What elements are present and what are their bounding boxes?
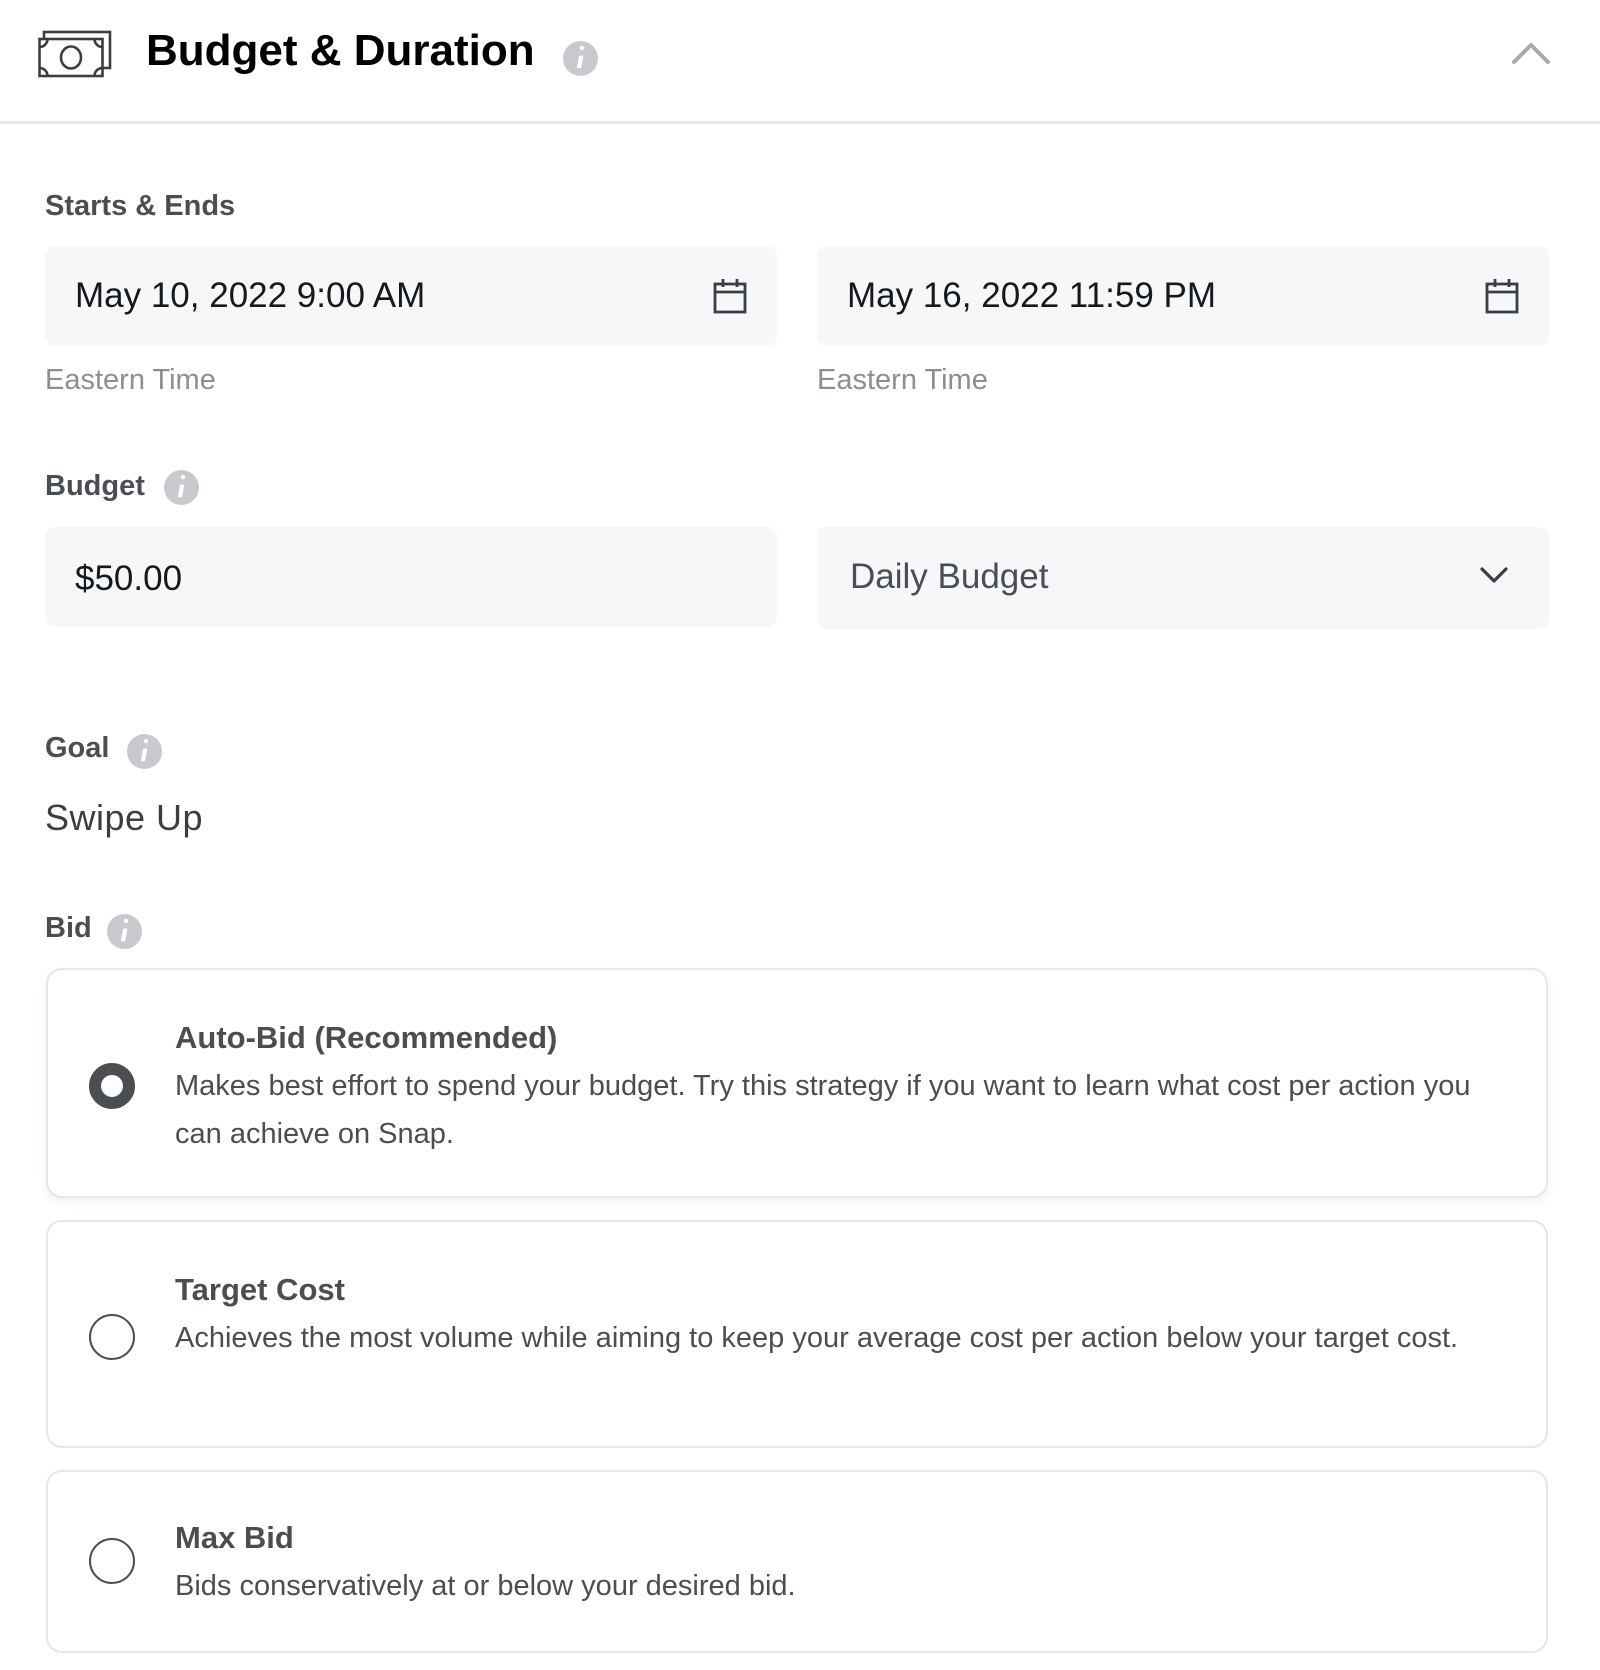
end-date-picker[interactable]: May 16, 2022 11:59 PM	[817, 246, 1549, 346]
starts-ends-label: Starts & Ends	[45, 190, 236, 222]
budget-type-value: Daily Budget	[850, 557, 1049, 596]
start-timezone: Eastern Time	[45, 364, 216, 396]
radio-button[interactable]	[89, 1538, 135, 1584]
bid-option-max-bid[interactable]: Max Bid Bids conservatively at or below …	[46, 1470, 1548, 1653]
budget-type-select[interactable]: Daily Budget	[817, 527, 1549, 629]
start-date-value: May 10, 2022 9:00 AM	[75, 276, 426, 315]
bid-option-title: Target Cost	[175, 1272, 345, 1307]
radio-button[interactable]	[89, 1314, 135, 1360]
bid-option-description: Makes best effort to spend your budget. …	[175, 1070, 1471, 1150]
budget-amount-value: $50.00	[75, 559, 183, 598]
radio-button-selected[interactable]	[89, 1063, 135, 1109]
bid-label: Bid	[45, 912, 92, 944]
goal-value: Swipe Up	[45, 797, 204, 838]
info-icon[interactable]	[107, 914, 142, 949]
chevron-down-icon	[1480, 567, 1508, 583]
bid-option-description: Bids conservatively at or below your des…	[175, 1570, 796, 1602]
calendar-icon[interactable]	[713, 278, 747, 314]
end-timezone: Eastern Time	[817, 364, 988, 396]
chevron-up-icon[interactable]	[1508, 32, 1554, 72]
bid-option-target-cost[interactable]: Target Cost Achieves the most volume whi…	[46, 1220, 1548, 1448]
end-date-value: May 16, 2022 11:59 PM	[847, 276, 1217, 315]
budget-label: Budget	[45, 470, 145, 502]
start-date-picker[interactable]: May 10, 2022 9:00 AM	[45, 246, 777, 346]
calendar-icon[interactable]	[1485, 278, 1519, 314]
bid-option-auto-bid[interactable]: Auto-Bid (Recommended) Makes best effort…	[46, 968, 1548, 1198]
section-header: Budget & Duration	[0, 0, 1600, 124]
section-title: Budget & Duration	[146, 26, 535, 75]
money-bill-icon	[38, 30, 112, 78]
info-icon[interactable]	[563, 41, 598, 76]
goal-label: Goal	[45, 732, 110, 764]
bid-option-title: Auto-Bid (Recommended)	[175, 1020, 558, 1055]
bid-option-description: Achieves the most volume while aiming to…	[175, 1322, 1459, 1354]
budget-amount-input[interactable]: $50.00	[45, 527, 777, 627]
bid-option-title: Max Bid	[175, 1520, 294, 1555]
info-icon[interactable]	[127, 734, 162, 769]
info-icon[interactable]	[164, 470, 199, 505]
